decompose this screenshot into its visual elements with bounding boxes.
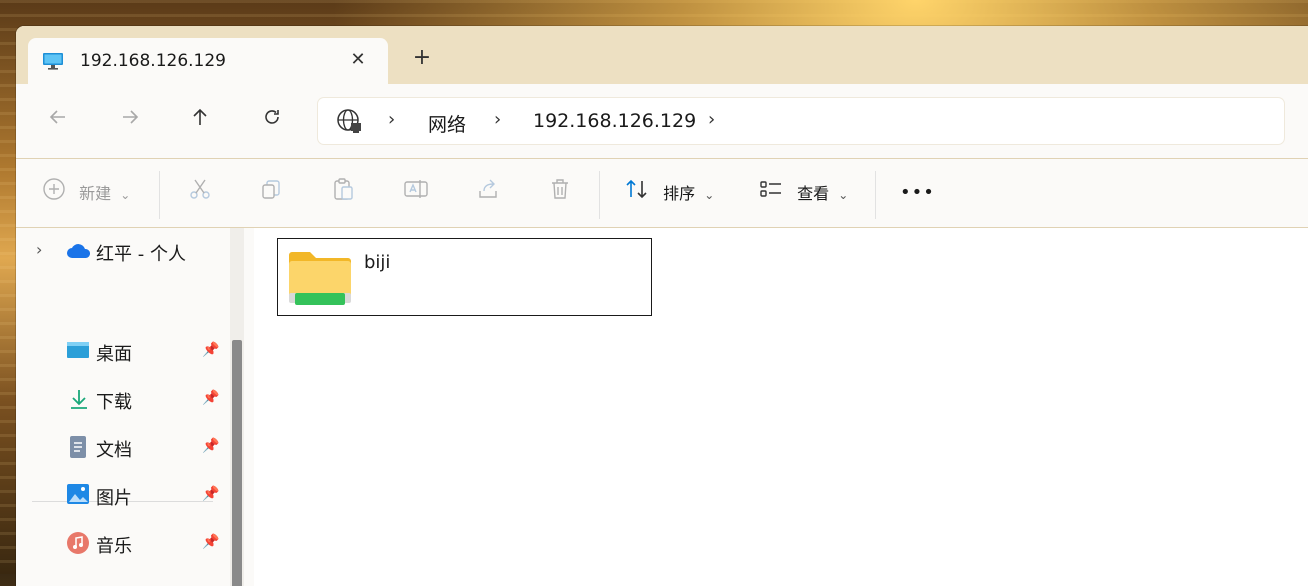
pin-icon[interactable]: 📌 (202, 486, 219, 502)
cloud-icon (66, 242, 92, 264)
tab-active[interactable]: 192.168.126.129 ✕ (28, 38, 388, 84)
document-icon (68, 435, 88, 464)
up-button[interactable] (184, 106, 216, 138)
folder-name: biji (364, 252, 391, 273)
toolbar-divider (599, 171, 600, 219)
paste-button[interactable] (331, 177, 355, 209)
music-icon (66, 531, 90, 560)
view-button[interactable]: 查看 ⌄ (758, 177, 848, 209)
sidebar-item-label: 图片 (96, 488, 132, 509)
tab-title: 192.168.126.129 (80, 51, 227, 71)
pin-icon[interactable]: 📌 (202, 342, 219, 358)
breadcrumb-chevron-icon[interactable]: › (494, 109, 501, 130)
navigation-bar: › 网络 › 192.168.126.129 › (16, 84, 1308, 159)
network-folder-icon (287, 249, 353, 313)
sort-arrows-icon (624, 177, 650, 212)
sidebar-item-label: 下载 (96, 392, 132, 413)
command-toolbar: 新建 ⌄ 排序 ⌄ 查看 ⌄ ••• (16, 159, 1308, 228)
navigation-pane: › 红平 - 个人 桌面 📌 下载 📌 文档 📌 图片 📌 音乐 📌 (16, 228, 228, 586)
toolbar-divider (875, 171, 876, 219)
pin-icon[interactable]: 📌 (202, 534, 219, 550)
plus-circle-icon (42, 177, 66, 212)
rename-icon (404, 180, 428, 198)
network-globe-icon (336, 108, 362, 134)
new-tab-button[interactable]: + (410, 46, 434, 70)
paste-icon (334, 178, 353, 200)
forward-button[interactable] (114, 106, 146, 138)
sidebar-scrollbar-thumb[interactable] (232, 340, 242, 586)
sidebar-item-label: 桌面 (96, 344, 132, 365)
delete-icon (552, 179, 568, 199)
copy-button[interactable] (259, 177, 283, 209)
arrow-left-icon (49, 110, 65, 124)
pin-icon[interactable]: 📌 (202, 438, 219, 454)
toolbar-divider (159, 171, 160, 219)
more-options-button[interactable]: ••• (900, 177, 935, 209)
breadcrumb-chevron-icon[interactable]: › (388, 109, 395, 130)
title-bar: 192.168.126.129 ✕ + (16, 26, 1308, 84)
breadcrumb-chevron-icon[interactable]: › (708, 109, 715, 130)
rename-button[interactable] (403, 177, 429, 209)
refresh-button[interactable] (256, 106, 288, 138)
sort-button[interactable]: 排序 ⌄ (624, 177, 714, 209)
sort-label: 排序 (663, 184, 696, 203)
arrow-right-icon (123, 110, 139, 124)
chevron-down-icon: ⌄ (704, 188, 715, 202)
monitor-icon (42, 52, 64, 70)
breadcrumb-host[interactable]: 192.168.126.129 (533, 110, 696, 132)
sidebar-item-label: 文档 (96, 440, 132, 461)
sidebar-item-label: 音乐 (96, 536, 132, 557)
view-list-icon (758, 177, 784, 212)
arrow-up-icon (193, 108, 207, 125)
delete-button[interactable] (548, 177, 572, 209)
chevron-right-icon[interactable]: › (36, 240, 42, 259)
new-button[interactable]: 新建 ⌄ (42, 177, 130, 209)
download-icon (68, 388, 90, 415)
desktop-icon (66, 340, 90, 365)
cut-button[interactable] (188, 177, 212, 209)
share-button[interactable] (476, 177, 500, 209)
back-button[interactable] (42, 106, 74, 138)
cut-icon (190, 179, 210, 199)
chevron-down-icon: ⌄ (838, 188, 849, 202)
pictures-icon (66, 483, 90, 510)
refresh-icon (265, 110, 279, 124)
folder-item[interactable]: biji (277, 238, 652, 316)
address-bar[interactable]: › 网络 › 192.168.126.129 › (318, 98, 1284, 144)
file-explorer-window: 192.168.126.129 ✕ + › 网络 › 192.168.126.1… (16, 26, 1308, 586)
copy-icon (262, 180, 280, 199)
breadcrumb-network[interactable]: 网络 (428, 110, 466, 137)
pin-icon[interactable]: 📌 (202, 390, 219, 406)
share-icon (479, 179, 497, 198)
close-tab-icon[interactable]: ✕ (346, 48, 370, 72)
onedrive-label: 红平 - 个人 (96, 244, 186, 265)
view-label: 查看 (797, 184, 830, 203)
new-label: 新建 (79, 184, 112, 203)
chevron-down-icon: ⌄ (120, 188, 131, 202)
